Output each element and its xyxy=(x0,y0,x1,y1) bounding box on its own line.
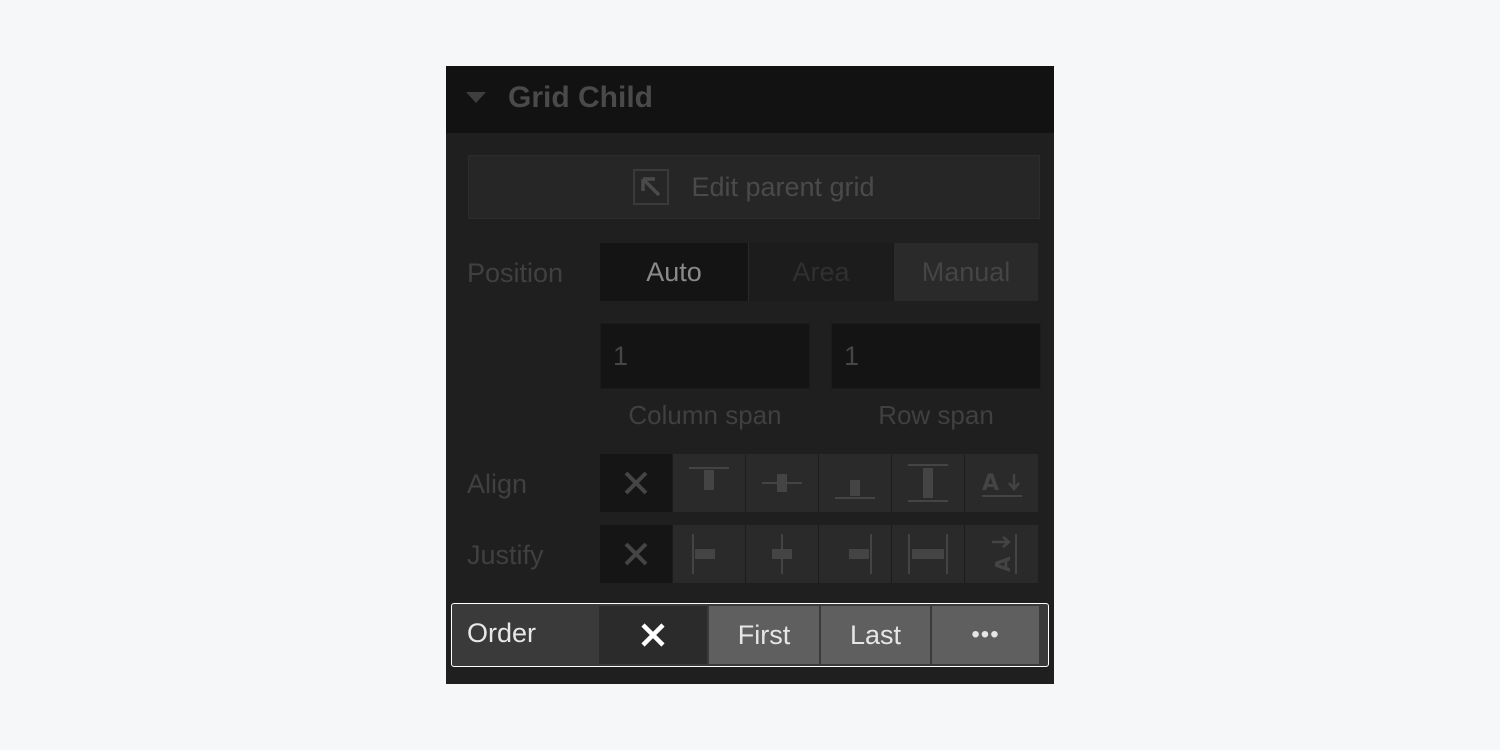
align-end-button[interactable] xyxy=(819,454,892,512)
panel-title: Grid Child xyxy=(508,81,653,114)
close-icon xyxy=(624,542,648,566)
order-row: Order First Last ••• xyxy=(451,603,1049,667)
justify-label: Justify xyxy=(467,540,544,570)
justify-center-icon xyxy=(772,534,792,574)
svg-text:A: A xyxy=(991,556,1015,572)
order-first-button[interactable]: First xyxy=(709,606,821,664)
justify-stretch-button[interactable] xyxy=(892,525,965,583)
align-center-icon xyxy=(762,474,802,492)
svg-text:A: A xyxy=(982,471,999,496)
edit-parent-grid-button[interactable]: Edit parent grid xyxy=(468,155,1040,219)
justify-stretch-icon xyxy=(908,534,948,574)
align-none-button[interactable] xyxy=(600,454,673,512)
position-segmented-control: Auto Area Manual xyxy=(600,243,1038,301)
justify-center-button[interactable] xyxy=(746,525,819,583)
align-baseline-icon: A xyxy=(981,471,1022,497)
align-label: Align xyxy=(467,469,528,499)
justify-start-button[interactable] xyxy=(673,525,746,583)
justify-baseline-button[interactable]: A xyxy=(965,525,1038,583)
close-icon xyxy=(641,623,665,647)
column-span-label: Column span xyxy=(628,400,782,430)
order-none-button[interactable] xyxy=(599,606,709,664)
position-auto-option[interactable]: Auto xyxy=(600,243,748,301)
align-start-button[interactable] xyxy=(673,454,746,512)
align-baseline-button[interactable]: A xyxy=(965,454,1038,512)
arrow-up-left-icon xyxy=(633,169,670,205)
position-area-option[interactable]: Area xyxy=(748,243,893,301)
align-stretch-icon xyxy=(908,464,948,502)
close-icon xyxy=(624,471,648,495)
justify-start-icon xyxy=(692,534,715,574)
justify-end-icon xyxy=(849,534,872,574)
position-manual-option[interactable]: Manual xyxy=(893,243,1038,301)
order-last-button[interactable]: Last xyxy=(821,606,932,664)
collapse-triangle-icon[interactable] xyxy=(466,92,486,103)
order-button-group: First Last ••• xyxy=(599,606,1039,664)
position-label: Position xyxy=(467,258,564,288)
align-end-icon xyxy=(835,480,875,499)
align-center-button[interactable] xyxy=(746,454,819,512)
row-span-label: Row span xyxy=(878,400,994,430)
column-span-input[interactable]: 1 xyxy=(600,323,810,389)
align-start-icon xyxy=(689,467,729,490)
justify-baseline-icon: A xyxy=(991,534,1017,574)
align-stretch-button[interactable] xyxy=(892,454,965,512)
row-span-input[interactable]: 1 xyxy=(831,323,1041,389)
justify-end-button[interactable] xyxy=(819,525,892,583)
align-icon-row: A xyxy=(600,454,1038,512)
grid-child-panel: Grid Child Edit parent grid Position Aut… xyxy=(446,66,1054,684)
panel-header[interactable]: Grid Child xyxy=(446,66,1054,133)
order-more-button[interactable]: ••• xyxy=(932,606,1039,664)
edit-parent-grid-label: Edit parent grid xyxy=(691,171,875,202)
order-label: Order xyxy=(467,618,537,648)
justify-none-button[interactable] xyxy=(600,525,673,583)
justify-icon-row: A xyxy=(600,525,1038,583)
